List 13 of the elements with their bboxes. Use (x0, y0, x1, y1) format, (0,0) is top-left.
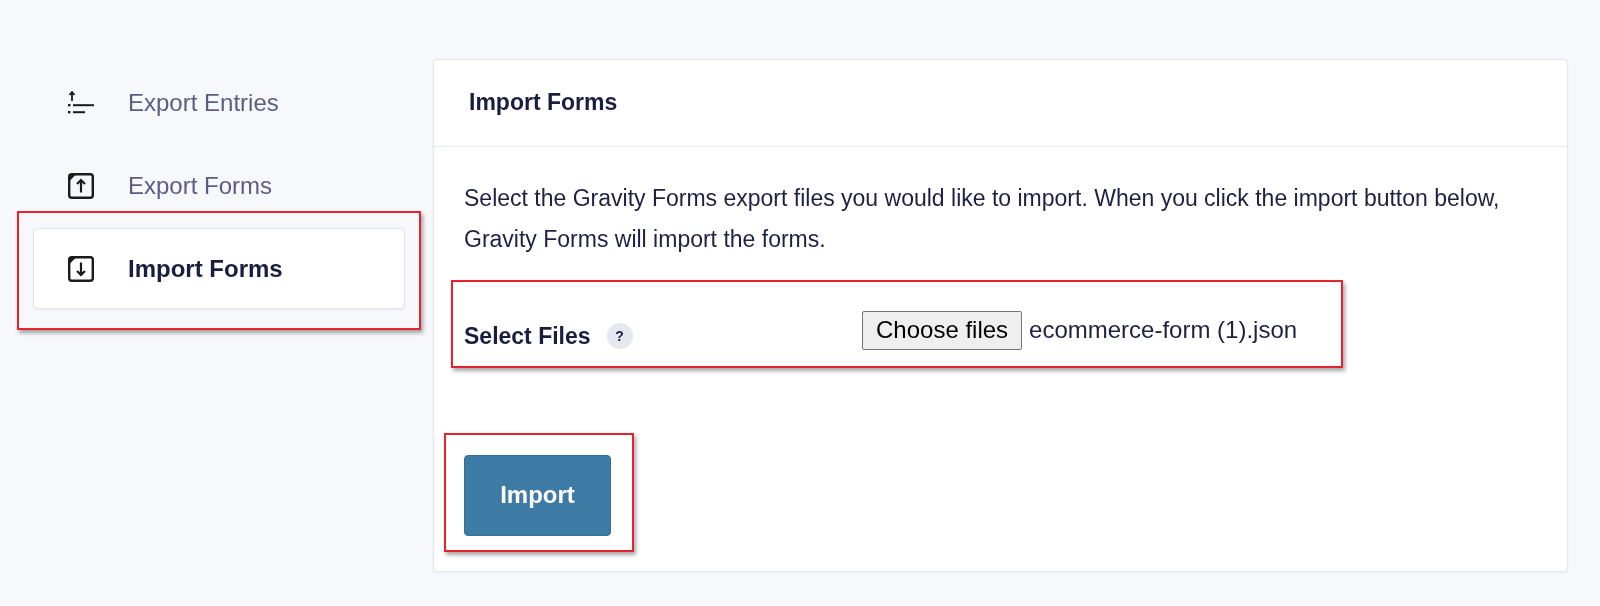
list-arrow-up-icon (68, 91, 94, 114)
help-button[interactable]: ? (606, 323, 633, 350)
sidebar-item[interactable]: Export Forms (33, 145, 405, 226)
select-files-label: Select Files (464, 322, 591, 351)
sidebar-item[interactable]: Export Entries (33, 62, 405, 143)
square-arrow-down-icon (68, 255, 94, 282)
description-text: Select the Gravity Forms export files you would like to import. When you click the import button below, Gravity Forms will import the forms. (464, 184, 1501, 254)
file-name-text: ecommerce-form (1).json (1029, 315, 1298, 346)
sidebar-item[interactable]: Import Forms (33, 228, 405, 309)
import-button[interactable]: Import (464, 454, 611, 536)
choose-files-button[interactable]: Choose files (862, 310, 1023, 350)
panel-title: Import Forms (469, 89, 618, 117)
square-arrow-up-icon (68, 172, 94, 199)
